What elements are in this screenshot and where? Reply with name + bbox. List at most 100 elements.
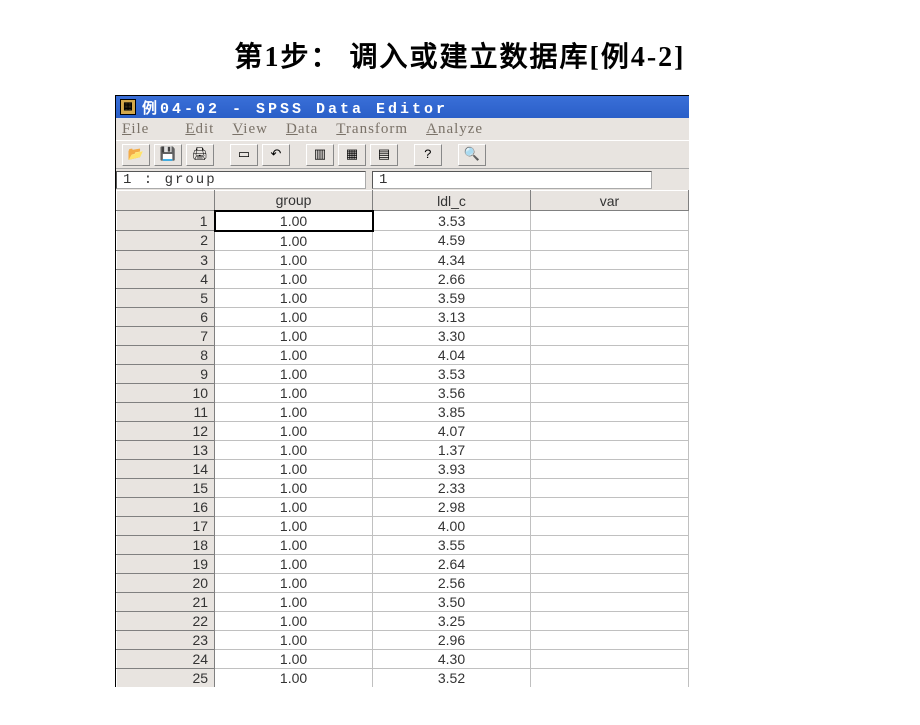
row-number[interactable]: 9 xyxy=(117,364,215,383)
row-number[interactable]: 7 xyxy=(117,326,215,345)
menu-view[interactable]: View xyxy=(232,121,268,138)
cell-group[interactable]: 1.00 xyxy=(215,611,373,630)
cell-group[interactable]: 1.00 xyxy=(215,592,373,611)
cell-empty[interactable] xyxy=(530,649,688,668)
cell-ldlc[interactable]: 2.98 xyxy=(373,497,531,516)
cell-empty[interactable] xyxy=(530,573,688,592)
row-number[interactable]: 23 xyxy=(117,630,215,649)
row-number[interactable]: 2 xyxy=(117,231,215,251)
row-number[interactable]: 20 xyxy=(117,573,215,592)
row-number[interactable]: 5 xyxy=(117,288,215,307)
cell-ldlc[interactable]: 3.52 xyxy=(373,668,531,687)
cell-ldlc[interactable]: 4.00 xyxy=(373,516,531,535)
menu-transform[interactable]: Transform xyxy=(336,121,408,138)
cell-empty[interactable] xyxy=(530,611,688,630)
row-number[interactable]: 22 xyxy=(117,611,215,630)
cell-ldlc[interactable]: 3.55 xyxy=(373,535,531,554)
cell-ldlc[interactable]: 3.13 xyxy=(373,307,531,326)
cell-ldlc[interactable]: 2.66 xyxy=(373,269,531,288)
cell-empty[interactable] xyxy=(530,269,688,288)
cell-empty[interactable] xyxy=(530,497,688,516)
cell-ldlc[interactable]: 3.93 xyxy=(373,459,531,478)
cell-group[interactable]: 1.00 xyxy=(215,478,373,497)
cell-group[interactable]: 1.00 xyxy=(215,250,373,269)
cell-group[interactable]: 1.00 xyxy=(215,440,373,459)
cell-group[interactable]: 1.00 xyxy=(215,402,373,421)
dialog-recall-icon[interactable]: ▭ xyxy=(230,144,258,166)
row-number[interactable]: 16 xyxy=(117,497,215,516)
save-icon[interactable]: 💾 xyxy=(154,144,182,166)
cell-ldlc[interactable]: 1.37 xyxy=(373,440,531,459)
cell-ldlc[interactable]: 4.30 xyxy=(373,649,531,668)
row-number[interactable]: 19 xyxy=(117,554,215,573)
cell-ldlc[interactable]: 3.59 xyxy=(373,288,531,307)
col-header-ldlc[interactable]: ldl_c xyxy=(373,191,531,211)
row-number[interactable]: 11 xyxy=(117,402,215,421)
cell-ldlc[interactable]: 4.34 xyxy=(373,250,531,269)
col-header-var[interactable]: var xyxy=(530,191,688,211)
cell-ldlc[interactable]: 4.59 xyxy=(373,231,531,251)
cell-group[interactable]: 1.00 xyxy=(215,211,373,231)
cell-group[interactable]: 1.00 xyxy=(215,288,373,307)
find-icon[interactable]: 🔍 xyxy=(458,144,486,166)
cell-empty[interactable] xyxy=(530,554,688,573)
cell-group[interactable]: 1.00 xyxy=(215,345,373,364)
undo-icon[interactable]: ↶ xyxy=(262,144,290,166)
cell-empty[interactable] xyxy=(530,364,688,383)
row-number[interactable]: 14 xyxy=(117,459,215,478)
row-number[interactable]: 24 xyxy=(117,649,215,668)
cell-group[interactable]: 1.00 xyxy=(215,459,373,478)
cell-group[interactable]: 1.00 xyxy=(215,649,373,668)
row-number[interactable]: 25 xyxy=(117,668,215,687)
row-number[interactable]: 17 xyxy=(117,516,215,535)
row-number[interactable]: 18 xyxy=(117,535,215,554)
cell-group[interactable]: 1.00 xyxy=(215,554,373,573)
cell-group[interactable]: 1.00 xyxy=(215,516,373,535)
cell-empty[interactable] xyxy=(530,440,688,459)
cell-ldlc[interactable]: 3.30 xyxy=(373,326,531,345)
chart-icon[interactable]: ▥ xyxy=(306,144,334,166)
cell-empty[interactable] xyxy=(530,288,688,307)
cell-ldlc[interactable]: 4.07 xyxy=(373,421,531,440)
cell-group[interactable]: 1.00 xyxy=(215,364,373,383)
cell-empty[interactable] xyxy=(530,459,688,478)
cell-empty[interactable] xyxy=(530,630,688,649)
row-number[interactable]: 13 xyxy=(117,440,215,459)
goto-icon[interactable]: ▦ xyxy=(338,144,366,166)
cell-ldlc[interactable]: 3.50 xyxy=(373,592,531,611)
cell-group[interactable]: 1.00 xyxy=(215,421,373,440)
row-number[interactable]: 1 xyxy=(117,211,215,231)
menu-file[interactable]: File xyxy=(122,121,167,138)
print-icon[interactable]: 🖨 xyxy=(186,144,214,166)
row-number[interactable]: 15 xyxy=(117,478,215,497)
cell-group[interactable]: 1.00 xyxy=(215,668,373,687)
row-number[interactable]: 8 xyxy=(117,345,215,364)
row-number[interactable]: 12 xyxy=(117,421,215,440)
cell-group[interactable]: 1.00 xyxy=(215,307,373,326)
cell-empty[interactable] xyxy=(530,402,688,421)
cell-ldlc[interactable]: 3.53 xyxy=(373,211,531,231)
cell-empty[interactable] xyxy=(530,383,688,402)
cell-ldlc[interactable]: 2.96 xyxy=(373,630,531,649)
menu-data[interactable]: Data xyxy=(286,121,318,138)
row-number[interactable]: 4 xyxy=(117,269,215,288)
row-number[interactable]: 10 xyxy=(117,383,215,402)
cell-value[interactable]: 1 xyxy=(372,171,652,189)
help-icon[interactable]: ? xyxy=(414,144,442,166)
cell-ldlc[interactable]: 2.56 xyxy=(373,573,531,592)
menu-analyze[interactable]: Analyze xyxy=(426,121,483,138)
cell-group[interactable]: 1.00 xyxy=(215,269,373,288)
cell-group[interactable]: 1.00 xyxy=(215,535,373,554)
cell-group[interactable]: 1.00 xyxy=(215,497,373,516)
menu-edit[interactable]: Edit xyxy=(185,121,214,138)
cell-ldlc[interactable]: 2.33 xyxy=(373,478,531,497)
cell-empty[interactable] xyxy=(530,535,688,554)
cell-group[interactable]: 1.00 xyxy=(215,326,373,345)
row-number[interactable]: 21 xyxy=(117,592,215,611)
cell-empty[interactable] xyxy=(530,421,688,440)
cell-empty[interactable] xyxy=(530,231,688,251)
cell-empty[interactable] xyxy=(530,345,688,364)
cell-ldlc[interactable]: 4.04 xyxy=(373,345,531,364)
cell-group[interactable]: 1.00 xyxy=(215,383,373,402)
cell-ldlc[interactable]: 3.53 xyxy=(373,364,531,383)
